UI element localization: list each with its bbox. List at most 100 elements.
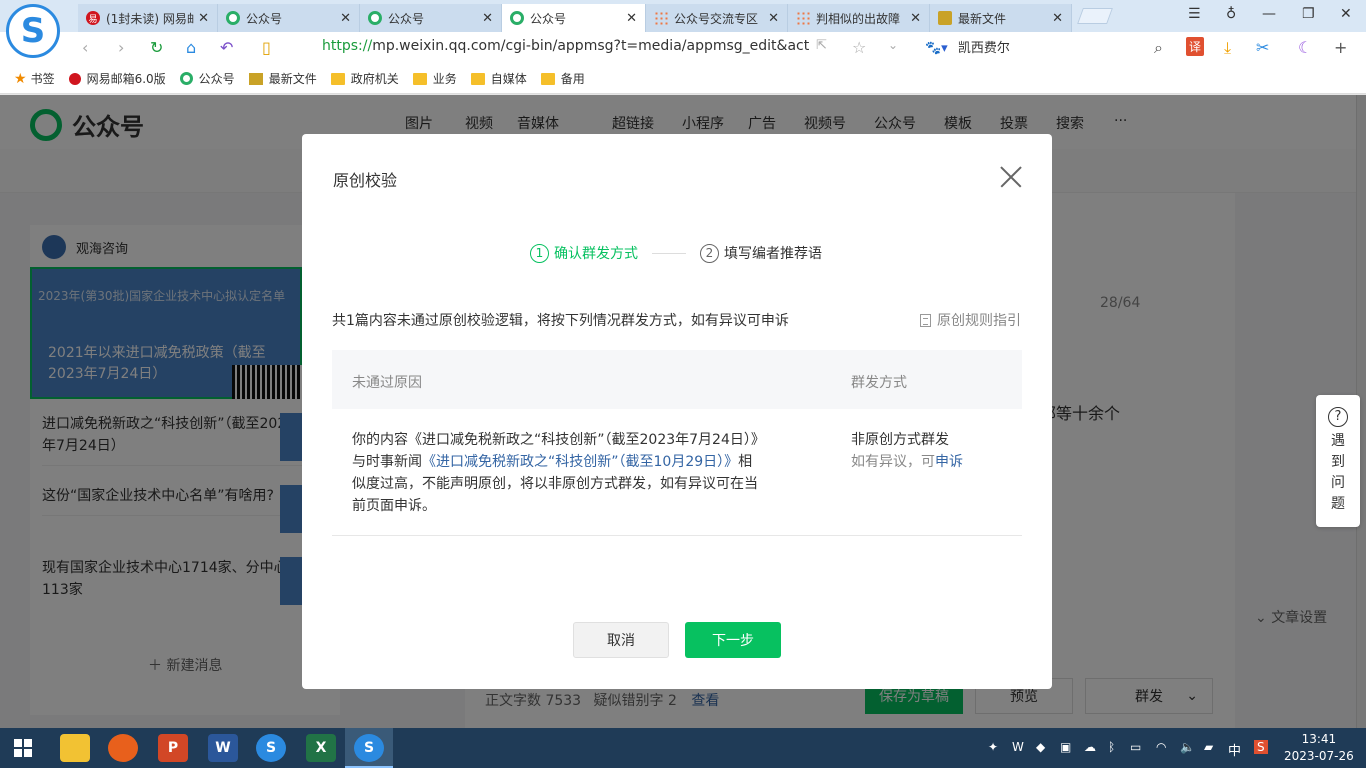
- bookmark-label: 网易邮箱6.0版: [86, 72, 166, 86]
- close-icon[interactable]: ✕: [482, 11, 493, 26]
- news-link[interactable]: 《进口减免税新政之“科技创新”（截至10月29日）》: [422, 454, 738, 470]
- undo-close-icon[interactable]: ↶: [220, 38, 233, 57]
- appeal-text: 如有异议，可: [851, 454, 935, 470]
- favorite-star-icon[interactable]: ☆: [852, 38, 866, 57]
- bookmark-self-media[interactable]: 自媒体: [470, 70, 527, 87]
- help-widget[interactable]: ? 遇 到 问 题: [1316, 395, 1360, 527]
- reader-icon[interactable]: ▯: [262, 38, 271, 57]
- browser-tab-forum[interactable]: 公众号交流专区 ✕: [646, 4, 788, 32]
- tray-cloud-icon[interactable]: ☁: [1084, 740, 1096, 754]
- grid-icon: [654, 11, 668, 25]
- bookmark-label: 政府机关: [350, 72, 399, 86]
- chevron-down-icon[interactable]: ⌄: [888, 38, 898, 52]
- wechat-icon: [179, 72, 193, 85]
- wifi-icon[interactable]: ◠: [1156, 740, 1166, 754]
- close-icon[interactable]: ✕: [768, 11, 779, 26]
- battery-icon[interactable]: ▭: [1130, 740, 1141, 754]
- windows-start-icon[interactable]: [14, 739, 32, 757]
- url-rest: mp.weixin.qq.com/cgi-bin/appmsg?t=media/…: [372, 38, 810, 54]
- tray-app-icon[interactable]: ▣: [1060, 740, 1071, 754]
- bluetooth-icon[interactable]: ᛒ: [1108, 740, 1115, 754]
- close-icon[interactable]: ✕: [340, 11, 351, 26]
- table-header: 未通过原因 群发方式: [332, 350, 1022, 409]
- bookmark-backup[interactable]: 备用: [540, 70, 585, 87]
- powerpoint-icon[interactable]: P: [158, 734, 188, 762]
- bookmark-latest-files[interactable]: 最新文件: [248, 70, 317, 87]
- help-char: 问: [1331, 475, 1345, 491]
- sogou-browser-icon[interactable]: S: [256, 734, 286, 762]
- clock-date: 2023-07-26: [1284, 749, 1354, 763]
- search-icon[interactable]: ⌕: [1154, 38, 1163, 58]
- file-explorer-icon[interactable]: [60, 734, 90, 762]
- url-field[interactable]: https://mp.weixin.qq.com/cgi-bin/appmsg?…: [322, 38, 809, 54]
- ime-indicator[interactable]: 中: [1228, 740, 1241, 759]
- night-mode-icon[interactable]: ☾: [1298, 38, 1312, 57]
- help-char: 到: [1331, 454, 1345, 470]
- tray-word-icon[interactable]: W: [1012, 740, 1024, 754]
- word-icon[interactable]: W: [208, 734, 238, 762]
- close-icon[interactable]: [1000, 166, 1022, 188]
- cancel-button[interactable]: 取消: [573, 622, 669, 658]
- url-scheme: https://: [322, 38, 373, 54]
- firefox-icon[interactable]: [108, 734, 138, 762]
- windows-taskbar: P W S X S ✦ W ◆ ▣ ☁ ᛒ ▭ ◠ 🔈 ▰ 中 S 13:41 …: [0, 728, 1366, 768]
- help-char: 遇: [1331, 433, 1345, 449]
- home-icon[interactable]: ⌂: [186, 38, 196, 57]
- browser-tab-mail[interactable]: 易 (1封未读) 网易邮 ✕: [78, 4, 218, 32]
- rules-guide-link[interactable]: 原创规则指引: [920, 310, 1021, 330]
- close-icon[interactable]: ✕: [1052, 11, 1063, 26]
- bookmark-mp[interactable]: 公众号: [179, 70, 235, 87]
- tab-label: 公众号交流专区: [674, 11, 759, 26]
- browser-tab-mp-2[interactable]: 公众号 ✕: [360, 4, 502, 32]
- maximize-icon[interactable]: ❐: [1302, 6, 1315, 22]
- tray-nvidia-icon[interactable]: ▰: [1204, 740, 1213, 754]
- bookmark-bookmarks[interactable]: ★ 书签: [14, 70, 55, 87]
- bookmark-label: 最新文件: [268, 72, 317, 86]
- step-number: 1: [530, 243, 549, 263]
- mail-icon: 易: [86, 11, 100, 25]
- bookmark-label: 业务: [432, 72, 457, 86]
- question-icon: ?: [1328, 407, 1348, 427]
- close-icon[interactable]: ✕: [910, 11, 921, 26]
- download-icon[interactable]: ⤓: [1224, 38, 1231, 58]
- skin-icon[interactable]: ♁: [1226, 6, 1236, 22]
- screenshot-icon[interactable]: ✂: [1256, 38, 1269, 57]
- tray-app-icon[interactable]: ◆: [1036, 740, 1045, 754]
- share-icon[interactable]: ⇱: [816, 38, 827, 53]
- menu-icon[interactable]: ☰: [1188, 6, 1201, 22]
- appeal-link[interactable]: 申诉: [935, 454, 963, 470]
- excel-icon[interactable]: X: [306, 734, 336, 762]
- search-engine-box[interactable]: 🐾▾ 凯西费尔: [925, 37, 1010, 56]
- next-step-button[interactable]: 下一步: [685, 622, 781, 658]
- sogou-browser-logo[interactable]: S: [6, 4, 60, 58]
- close-icon[interactable]: ✕: [198, 11, 209, 26]
- add-icon[interactable]: +: [1334, 38, 1347, 57]
- bookmark-netease-mail[interactable]: 网易邮箱6.0版: [68, 70, 166, 87]
- forward-icon[interactable]: ›: [118, 38, 124, 57]
- sogou-browser-icon[interactable]: S: [354, 734, 384, 762]
- browser-tab-mp-1[interactable]: 公众号 ✕: [218, 4, 360, 32]
- browser-tab-latest-files[interactable]: 最新文件 ✕: [930, 4, 1072, 32]
- browser-tab-mp-active[interactable]: 公众号 ✕: [502, 4, 646, 32]
- step-number: 2: [700, 243, 719, 263]
- minimize-icon[interactable]: —: [1262, 6, 1276, 22]
- check-notice: 共1篇内容未通过原创校验逻辑，将按下列情况群发方式，如有异议可申诉: [332, 313, 789, 329]
- bookmark-label: 公众号: [198, 72, 235, 86]
- sogou-ime-icon[interactable]: S: [1254, 740, 1268, 754]
- header-reason: 未通过原因: [352, 375, 422, 391]
- new-tab-button[interactable]: [1077, 8, 1113, 24]
- wechat-icon: [510, 11, 524, 25]
- window-close-icon[interactable]: ✕: [1340, 6, 1352, 22]
- bookmark-government[interactable]: 政府机关: [330, 70, 399, 87]
- browser-tab-similarity[interactable]: 判相似的出故障 ✕: [788, 4, 930, 32]
- volume-icon[interactable]: 🔈: [1180, 740, 1195, 754]
- tray-app-icon[interactable]: ✦: [988, 740, 998, 754]
- back-icon[interactable]: ‹: [82, 38, 88, 57]
- reload-icon[interactable]: ↻: [150, 38, 163, 57]
- bookmark-business[interactable]: 业务: [412, 70, 457, 87]
- close-icon[interactable]: ✕: [626, 11, 637, 26]
- folder-icon: [540, 72, 555, 85]
- system-clock[interactable]: 13:41 2023-07-26: [1284, 731, 1354, 765]
- folder-icon: [412, 72, 427, 85]
- translate-icon[interactable]: 译: [1186, 37, 1205, 56]
